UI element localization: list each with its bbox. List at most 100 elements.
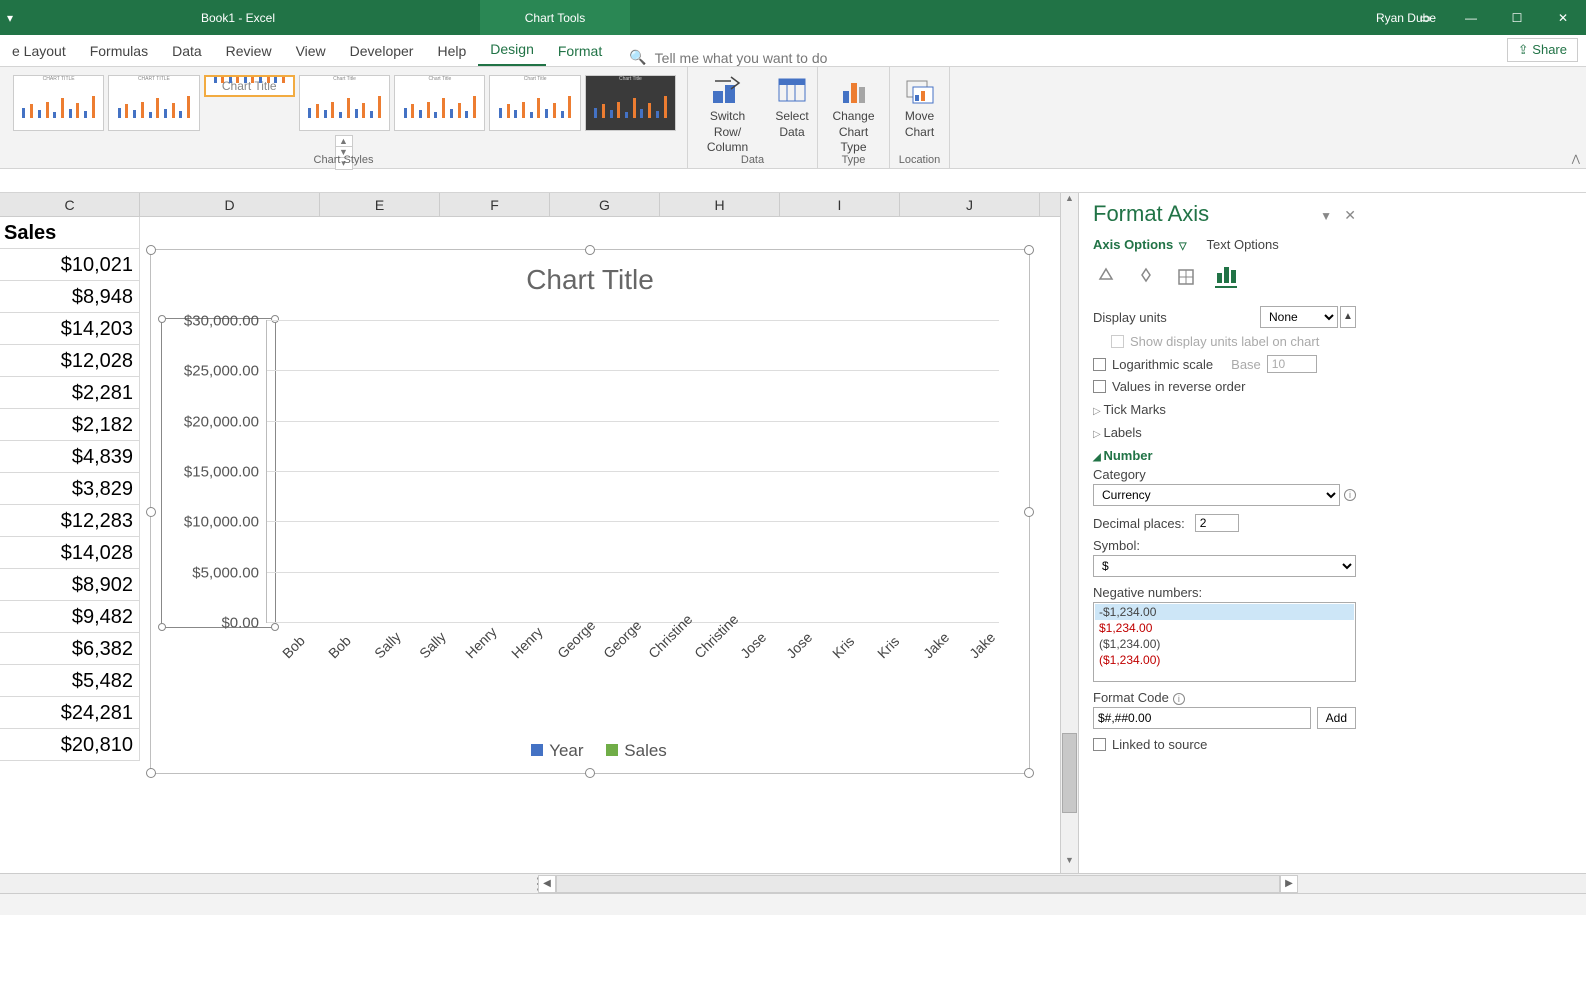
axis-options-icon[interactable] [1215, 266, 1237, 288]
symbol-select[interactable]: $ [1093, 555, 1356, 577]
cell[interactable]: $8,948 [0, 281, 140, 313]
pane-menu-icon[interactable]: ▼ [1320, 209, 1332, 223]
chart-style-3[interactable]: Chart Title [204, 75, 295, 97]
fill-icon[interactable] [1095, 266, 1117, 288]
cell[interactable]: $14,028 [0, 537, 140, 569]
chart-style-6[interactable]: Chart Title [489, 75, 580, 131]
col-F[interactable]: F [440, 193, 550, 216]
spin-up-icon[interactable]: ▲ [1340, 306, 1356, 328]
tab-text-options[interactable]: Text Options [1207, 237, 1279, 252]
col-E[interactable]: E [320, 193, 440, 216]
chart-style-7[interactable]: Chart Title [585, 75, 676, 131]
cell[interactable]: $12,283 [0, 505, 140, 537]
info-icon[interactable]: i [1173, 693, 1185, 705]
linked-checkbox[interactable] [1093, 738, 1106, 751]
close-icon[interactable]: ✕ [1540, 0, 1586, 35]
scrollbar-thumb[interactable] [1062, 733, 1077, 813]
neg-opt[interactable]: $1,234.00 [1095, 620, 1354, 636]
chart-tools-tab[interactable]: Chart Tools [480, 0, 630, 35]
chart-styles-gallery[interactable]: CHART TITLE CHART TITLE Chart Title Char… [11, 75, 676, 131]
column-headers[interactable]: C D E F G H I J [0, 193, 1060, 217]
gallery-up-icon[interactable]: ▲ [336, 136, 352, 147]
resize-handle[interactable] [146, 507, 156, 517]
tab-view[interactable]: View [284, 36, 338, 66]
cell[interactable]: $20,810 [0, 729, 140, 761]
scroll-right-icon[interactable]: ▶ [1280, 875, 1298, 893]
info-icon[interactable]: i [1344, 489, 1356, 501]
tab-data[interactable]: Data [160, 36, 214, 66]
col-C[interactable]: C [0, 193, 140, 216]
pane-close-icon[interactable]: ✕ [1344, 207, 1356, 224]
resize-handle[interactable] [146, 768, 156, 778]
chart-style-4[interactable]: Chart Title [299, 75, 390, 131]
tab-developer[interactable]: Developer [338, 36, 426, 66]
reverse-order-checkbox[interactable] [1093, 380, 1106, 393]
chart-style-1[interactable]: CHART TITLE [13, 75, 104, 131]
negative-numbers-list[interactable]: -$1,234.00 $1,234.00 ($1,234.00) ($1,234… [1093, 602, 1356, 682]
ribbon-options-icon[interactable]: ▭ [1402, 0, 1448, 35]
cell[interactable]: $3,829 [0, 473, 140, 505]
vertical-scrollbar[interactable]: ▲ ▼ [1060, 193, 1078, 873]
col-J[interactable]: J [900, 193, 1040, 216]
cell[interactable]: $6,382 [0, 633, 140, 665]
minimize-icon[interactable]: — [1448, 0, 1494, 35]
switch-row-column-button[interactable]: Switch Row/ Column [688, 71, 767, 158]
chart-style-2[interactable]: CHART TITLE [108, 75, 199, 131]
cell[interactable]: $2,182 [0, 409, 140, 441]
effects-icon[interactable] [1135, 266, 1157, 288]
resize-handle[interactable] [146, 245, 156, 255]
move-chart-button[interactable]: Move Chart [895, 71, 945, 142]
resize-handle[interactable] [585, 768, 595, 778]
cell[interactable]: $9,482 [0, 601, 140, 633]
display-units-select[interactable]: None [1260, 306, 1338, 328]
col-G[interactable]: G [550, 193, 660, 216]
category-select[interactable]: Currency [1093, 484, 1340, 506]
cell[interactable]: $10,021 [0, 249, 140, 281]
chart-legend[interactable]: Year Sales [151, 741, 1029, 761]
cell[interactable]: $14,203 [0, 313, 140, 345]
chart-title[interactable]: Chart Title [151, 250, 1029, 302]
horizontal-scrollbar[interactable]: ⋮ ◀ ▶ [0, 873, 1586, 893]
tab-help[interactable]: Help [425, 36, 478, 66]
neg-opt[interactable]: ($1,234.00) [1095, 636, 1354, 652]
neg-opt[interactable]: ($1,234.00) [1095, 652, 1354, 668]
tab-axis-options[interactable]: Axis Options ▽ [1093, 237, 1187, 252]
cell[interactable]: $2,281 [0, 377, 140, 409]
tab-review[interactable]: Review [214, 36, 284, 66]
tab-formulas[interactable]: Formulas [78, 36, 160, 66]
tab-layout[interactable]: e Layout [0, 36, 78, 66]
tell-me-input[interactable]: Tell me what you want to do [655, 50, 828, 66]
cell[interactable]: $4,839 [0, 441, 140, 473]
chart-object[interactable]: Chart Title $30,000.00$25,000.00$20,000.… [150, 249, 1030, 774]
col-I[interactable]: I [780, 193, 900, 216]
add-button[interactable]: Add [1317, 707, 1356, 729]
cell[interactable]: $24,281 [0, 697, 140, 729]
neg-opt[interactable]: -$1,234.00 [1095, 604, 1354, 620]
resize-handle[interactable] [585, 245, 595, 255]
qat-dropdown[interactable]: ▾ [0, 11, 20, 25]
col-D[interactable]: D [140, 193, 320, 216]
log-base-input[interactable] [1267, 355, 1317, 373]
section-labels[interactable]: Labels [1093, 425, 1356, 440]
cell[interactable]: $8,902 [0, 569, 140, 601]
share-button[interactable]: ⇪ Share [1507, 38, 1578, 62]
change-chart-type-button[interactable]: Change Chart Type [818, 71, 889, 158]
scroll-left-icon[interactable]: ◀ [538, 875, 556, 893]
section-tick-marks[interactable]: Tick Marks [1093, 402, 1356, 417]
resize-handle[interactable] [1024, 507, 1034, 517]
formula-bar[interactable] [0, 169, 1586, 193]
resize-handle[interactable] [1024, 768, 1034, 778]
format-code-input[interactable] [1093, 707, 1311, 729]
section-number[interactable]: Number [1093, 448, 1356, 463]
chart-style-5[interactable]: Chart Title [394, 75, 485, 131]
tab-format[interactable]: Format [546, 36, 614, 66]
select-data-button[interactable]: Select Data [767, 71, 817, 158]
resize-handle[interactable] [1024, 245, 1034, 255]
col-H[interactable]: H [660, 193, 780, 216]
cell-header-sales[interactable]: Sales [0, 217, 140, 249]
decimal-places-input[interactable] [1195, 514, 1239, 532]
cell[interactable]: $12,028 [0, 345, 140, 377]
maximize-icon[interactable]: ☐ [1494, 0, 1540, 35]
log-scale-checkbox[interactable] [1093, 358, 1106, 371]
tab-design[interactable]: Design [478, 34, 546, 66]
